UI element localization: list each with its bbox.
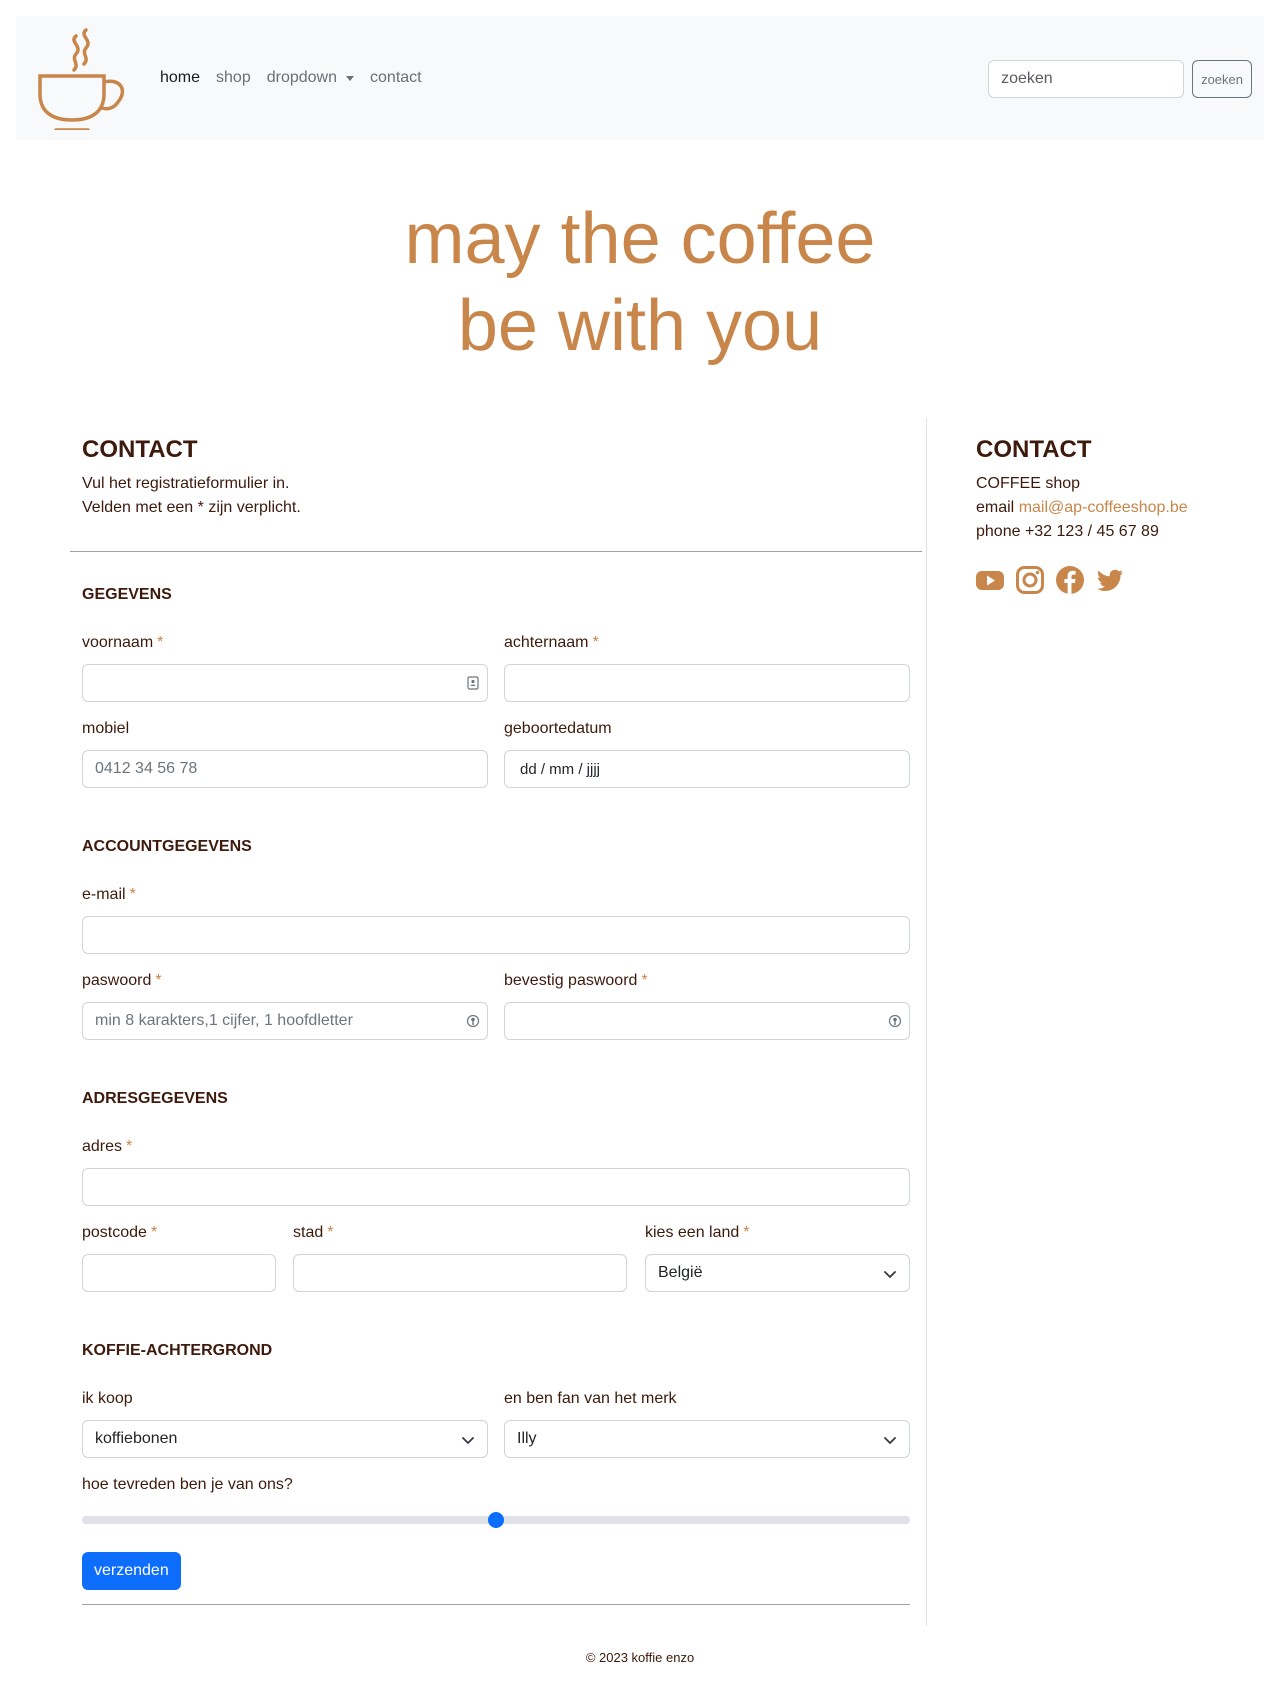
label-adres: adres * [82, 1138, 132, 1156]
label-email: e-mail * [82, 886, 136, 904]
divider [82, 1604, 910, 1605]
youtube-icon[interactable] [976, 566, 1004, 594]
form-title: CONTACT [82, 436, 198, 463]
nav-link-home[interactable]: home [152, 69, 208, 87]
postcode-field[interactable] [82, 1254, 276, 1292]
search-button[interactable]: zoeken [1192, 60, 1252, 98]
label-adres-text: adres [82, 1138, 123, 1155]
bevestig-paswoord-field[interactable] [504, 1002, 910, 1040]
facebook-icon[interactable] [1056, 566, 1084, 594]
label-paswoord: paswoord * [82, 972, 162, 990]
label-tevreden: hoe tevreden ben je van ons? [82, 1476, 293, 1493]
adres-field[interactable] [82, 1168, 910, 1206]
label-achternaam-text: achternaam [504, 634, 589, 651]
intro-line-1: Vul het registratieformulier in. [82, 475, 290, 492]
search-input[interactable] [988, 60, 1185, 98]
merk-select[interactable]: Illy [504, 1420, 910, 1458]
nav-link-shop[interactable]: shop [208, 69, 259, 87]
section-adres: ADRESGEGEVENS [82, 1090, 228, 1107]
koop-select[interactable]: koffiebonen [82, 1420, 488, 1458]
required-mark: * [327, 1224, 334, 1241]
twitter-icon[interactable] [1096, 566, 1124, 594]
label-geboortedatum: geboortedatum [504, 720, 612, 737]
section-koffie: KOFFIE-ACHTERGROND [82, 1342, 273, 1359]
land-select[interactable]: België [645, 1254, 910, 1292]
required-mark: * [155, 972, 162, 989]
section-gegevens: GEGEVENS [82, 586, 172, 603]
label-achternaam: achternaam * [504, 634, 599, 652]
caret-down-icon [346, 75, 355, 81]
label-mobiel: mobiel [82, 720, 130, 737]
koop-select-value: koffiebonen [95, 1430, 178, 1447]
company-name: COFFEE shop [976, 475, 1081, 492]
label-koop: ik koop [82, 1390, 133, 1407]
search-form: zoeken [988, 60, 1252, 98]
required-mark: * [641, 972, 648, 989]
email-link[interactable]: mail@ap-coffeeshop.be [1019, 499, 1188, 516]
land-select-value: België [658, 1264, 703, 1281]
required-mark: * [129, 886, 136, 903]
column-divider [926, 418, 927, 1626]
contact-card-icon [467, 676, 479, 690]
label-email-text: e-mail [82, 886, 126, 903]
phone-line: phone +32 123 / 45 67 89 [976, 523, 1159, 540]
label-land: kies een land * [645, 1224, 750, 1242]
stad-field[interactable] [293, 1254, 627, 1292]
nav-link-contact[interactable]: contact [362, 69, 430, 87]
paswoord-field[interactable] [82, 1002, 488, 1040]
email-label: email [976, 499, 1015, 516]
label-voornaam-text: voornaam [82, 634, 154, 651]
achternaam-field[interactable] [504, 664, 910, 702]
voornaam-field[interactable] [82, 664, 488, 702]
mobiel-field[interactable] [82, 750, 488, 788]
slider-thumb[interactable] [488, 1512, 504, 1528]
chevron-down-icon [884, 1271, 896, 1278]
key-icon[interactable] [466, 1014, 480, 1028]
intro-line-2: Velden met een * zijn verplicht. [82, 499, 301, 516]
required-mark: * [592, 634, 599, 651]
chevron-down-icon [462, 1437, 474, 1444]
submit-button[interactable]: verzenden [82, 1552, 181, 1590]
nav-link-dropdown-label: dropdown [266, 69, 338, 86]
label-voornaam: voornaam * [82, 634, 163, 652]
section-account: ACCOUNTGEGEVENS [82, 838, 252, 855]
navbar: home shop dropdown contact zoeken [16, 16, 1264, 140]
hero-line-2: be with you [457, 286, 823, 366]
email-line: email mail@ap-coffeeshop.be [976, 496, 1188, 520]
contact-title: CONTACT [976, 436, 1092, 463]
label-postcode: postcode * [82, 1224, 157, 1242]
label-bevestig-text: bevestig paswoord [504, 972, 638, 989]
required-mark: * [126, 1138, 133, 1155]
coffee-cup-icon[interactable] [36, 28, 128, 130]
nav-links: home shop dropdown contact [152, 16, 430, 140]
label-stad-text: stad [293, 1224, 324, 1241]
divider [70, 551, 922, 552]
chevron-down-icon [884, 1437, 896, 1444]
hero-heading: may the coffee be with you [0, 196, 1280, 370]
footer: © 2023 koffie enzo [585, 1650, 695, 1665]
label-postcode-text: postcode [82, 1224, 147, 1241]
contact-details: COFFEE shop email mail@ap-coffeeshop.be … [976, 472, 1188, 544]
social-links [976, 566, 1124, 594]
label-stad: stad * [293, 1224, 333, 1242]
hero-line-1: may the coffee [404, 199, 876, 279]
email-field[interactable] [82, 916, 910, 954]
required-mark: * [743, 1224, 750, 1241]
merk-select-value: Illy [517, 1430, 537, 1447]
label-paswoord-text: paswoord [82, 972, 152, 989]
instagram-icon[interactable] [1016, 566, 1044, 594]
label-land-text: kies een land [645, 1224, 740, 1241]
nav-link-dropdown[interactable]: dropdown [259, 69, 362, 87]
form-intro: Vul het registratieformulier in. Velden … [82, 472, 301, 520]
label-merk: en ben fan van het merk [504, 1390, 677, 1407]
geboortedatum-field[interactable]: dd / mm / jjjj [504, 750, 910, 788]
label-bevestig: bevestig paswoord * [504, 972, 648, 990]
key-icon[interactable] [888, 1014, 902, 1028]
required-mark: * [150, 1224, 158, 1241]
required-mark: * [157, 634, 164, 651]
